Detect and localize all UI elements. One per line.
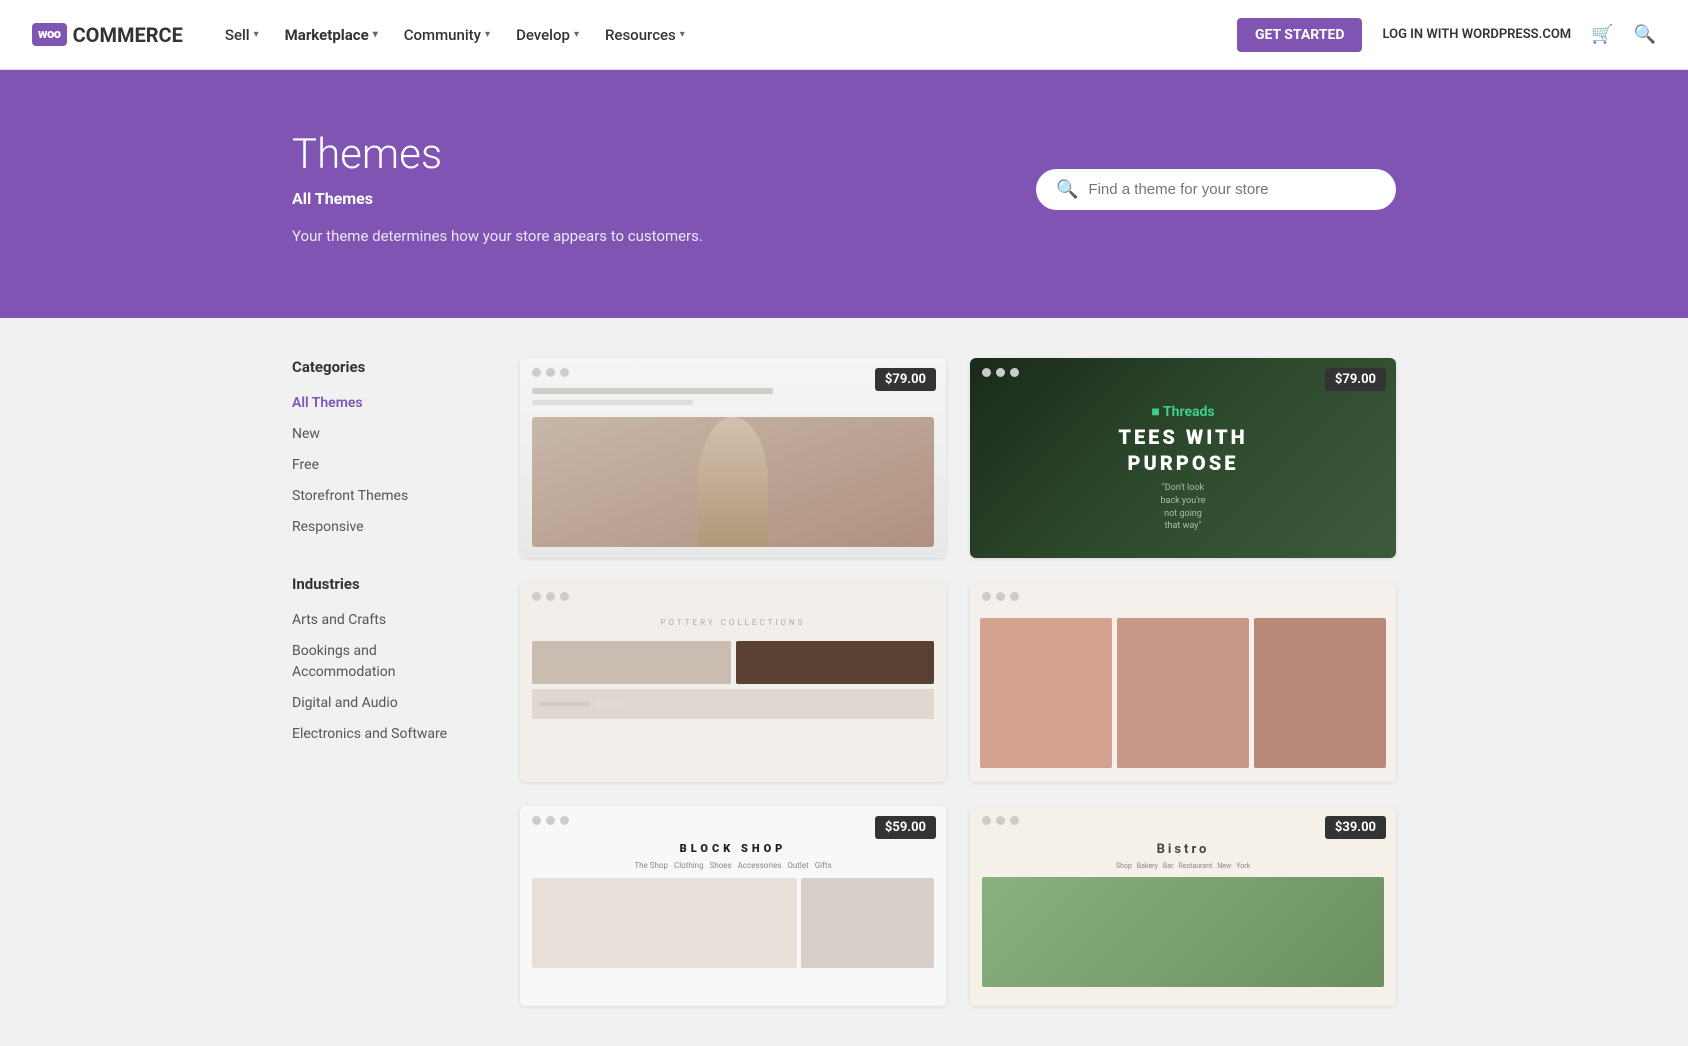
sidebar-item-all-themes[interactable]: All Themes [292, 388, 472, 419]
theme-card-artisan[interactable]: $79.00 [520, 358, 946, 558]
hero-subtitle: All Themes [292, 189, 703, 208]
dot-yellow-5 [546, 816, 555, 825]
develop-chevron-icon: ▾ [574, 29, 579, 40]
sidebar-item-responsive[interactable]: Responsive [292, 512, 472, 543]
sidebar-item-arts-crafts[interactable]: Arts and Crafts [292, 605, 472, 636]
dot-red-2 [982, 368, 991, 377]
community-chevron-icon: ▾ [485, 29, 490, 40]
dot-green [560, 368, 569, 377]
dot-red-4 [982, 592, 991, 601]
nav-develop[interactable]: Develop ▾ [506, 18, 589, 52]
nav-links: Sell ▾ Marketplace ▾ Community ▾ Develop… [215, 18, 1237, 52]
theme-card-pottery[interactable]: POTTERY COLLECTIONS [520, 582, 946, 782]
theme-preview-fashion [970, 582, 1396, 782]
theme-preview-artisan: $79.00 [520, 358, 946, 558]
theme-card-threads[interactable]: $79.00 ■ Threads TEES WITHPURPOSE "Don't… [970, 358, 1396, 558]
dot-yellow-6 [996, 816, 1005, 825]
categories-group: Categories All Themes New Free Storefron… [292, 358, 472, 543]
categories-title: Categories [292, 358, 472, 376]
login-link[interactable]: LOG IN WITH WORDPRESS.COM [1382, 27, 1571, 42]
nav-community[interactable]: Community ▾ [394, 18, 500, 52]
hero-section: Themes All Themes Your theme determines … [0, 70, 1688, 318]
search-icon: 🔍 [1056, 179, 1078, 200]
sidebar-item-electronics[interactable]: Electronics and Software [292, 719, 472, 750]
dot-red-3 [532, 592, 541, 601]
hero-description: Your theme determines how your store app… [292, 224, 703, 248]
sidebar-item-storefront[interactable]: Storefront Themes [292, 481, 472, 512]
price-badge-bistro: $39.00 [1325, 816, 1386, 839]
sidebar-item-bookings[interactable]: Bookings and Accommodation [292, 636, 472, 688]
theme-preview-threads: $79.00 ■ Threads TEES WITHPURPOSE "Don't… [970, 358, 1396, 558]
dot-green-3 [560, 592, 569, 601]
sell-chevron-icon: ▾ [254, 29, 259, 40]
dot-green-2 [1010, 368, 1019, 377]
main-content: Categories All Themes New Free Storefron… [244, 318, 1444, 1046]
dot-yellow-2 [996, 368, 1005, 377]
browser-dots-4 [982, 592, 1019, 601]
nav-sell[interactable]: Sell ▾ [215, 18, 269, 52]
logo-text: COMMERCE [73, 23, 183, 47]
resources-chevron-icon: ▾ [680, 29, 685, 40]
dot-red-5 [532, 816, 541, 825]
theme-preview-bistro: $39.00 Bistro Shop Bakery Bar Restaurant… [970, 806, 1396, 1006]
dot-yellow [546, 368, 555, 377]
theme-preview-blockshop: $59.00 BLOCK SHOP The Shop Clothing Shoe… [520, 806, 946, 1006]
sidebar: Categories All Themes New Free Storefron… [292, 358, 472, 1006]
dot-yellow-4 [996, 592, 1005, 601]
navbar: woo COMMERCE Sell ▾ Marketplace ▾ Commun… [0, 0, 1688, 70]
nav-right: GET STARTED LOG IN WITH WORDPRESS.COM 🛒 … [1237, 18, 1656, 52]
hero-text: Themes All Themes Your theme determines … [292, 130, 703, 248]
browser-dots-2 [982, 368, 1019, 377]
logo[interactable]: woo COMMERCE [32, 23, 183, 47]
dot-green-4 [1010, 592, 1019, 601]
theme-card-fashion[interactable] [970, 582, 1396, 782]
price-badge-threads: $79.00 [1325, 368, 1386, 391]
search-icon[interactable]: 🔍 [1634, 24, 1656, 45]
hero-title: Themes [292, 130, 703, 179]
browser-dots-3 [532, 592, 569, 601]
dot-green-5 [560, 816, 569, 825]
sidebar-item-digital[interactable]: Digital and Audio [292, 688, 472, 719]
theme-preview-pottery: POTTERY COLLECTIONS [520, 582, 946, 782]
nav-resources[interactable]: Resources ▾ [595, 18, 695, 52]
price-badge-artisan: $79.00 [875, 368, 936, 391]
sidebar-item-free[interactable]: Free [292, 450, 472, 481]
industries-group: Industries Arts and Crafts Bookings and … [292, 575, 472, 750]
industries-title: Industries [292, 575, 472, 593]
logo-box: woo [32, 23, 67, 46]
hero-search-area: 🔍 [1036, 169, 1396, 210]
theme-grid: $79.00 $79.00 ■ T [520, 358, 1396, 1006]
cart-icon[interactable]: 🛒 [1591, 24, 1613, 45]
theme-card-blockshop[interactable]: $59.00 BLOCK SHOP The Shop Clothing Shoe… [520, 806, 946, 1006]
browser-dots-6 [982, 816, 1019, 825]
dot-yellow-3 [546, 592, 555, 601]
search-input[interactable] [1088, 181, 1376, 198]
dot-red [532, 368, 541, 377]
browser-dots [532, 368, 569, 377]
sidebar-item-new[interactable]: New [292, 419, 472, 450]
browser-dots-5 [532, 816, 569, 825]
search-wrapper: 🔍 [1036, 169, 1396, 210]
nav-marketplace[interactable]: Marketplace ▾ [275, 18, 388, 52]
price-badge-blockshop: $59.00 [875, 816, 936, 839]
theme-card-bistro[interactable]: $39.00 Bistro Shop Bakery Bar Restaurant… [970, 806, 1396, 1006]
dot-green-6 [1010, 816, 1019, 825]
dot-red-6 [982, 816, 991, 825]
marketplace-chevron-icon: ▾ [373, 29, 378, 40]
get-started-button[interactable]: GET STARTED [1237, 18, 1363, 52]
